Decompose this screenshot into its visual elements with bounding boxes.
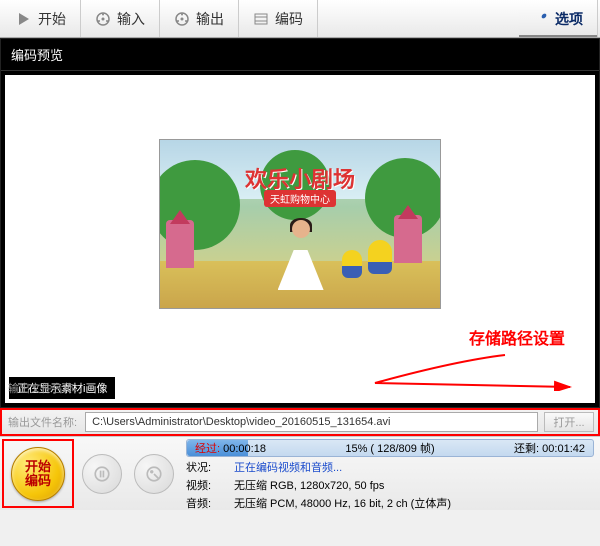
tab-label: 输出 xyxy=(196,9,224,29)
elapsed-key: 经过: xyxy=(195,443,220,455)
progress-bar: 经过: 00:00:18 15% ( 128/809 帧) 还剩: 00:01:… xyxy=(186,439,594,457)
preview-title: 编码预览 xyxy=(1,39,599,71)
progress-panel: 经过: 00:00:18 15% ( 128/809 帧) 还剩: 00:01:… xyxy=(180,437,600,510)
start-encode-button[interactable]: 开始 编码 xyxy=(11,447,65,501)
preview-panel: 编码预览 欢乐小剧场 天虹购物中心 存储路径设置 正在显示素材i画像 xyxy=(0,38,600,408)
output-path-row: 输出文件名称: 打开... xyxy=(0,408,600,436)
open-button[interactable]: 打开... xyxy=(544,412,594,432)
start-encode-l2: 编码 xyxy=(25,474,51,488)
tab-label: 输入 xyxy=(117,9,145,29)
pause-button[interactable] xyxy=(82,454,122,494)
status-val: 正在编码视频和音频... xyxy=(234,459,342,475)
status-key: 状况: xyxy=(186,459,228,475)
remain-key: 还剩: xyxy=(514,443,539,455)
thumb-subbanner: 天虹购物中心 xyxy=(264,190,336,207)
tab-output[interactable]: 输出 xyxy=(160,0,239,37)
output-filename-label: 输出文件名称: xyxy=(4,376,81,400)
tab-label: 开始 xyxy=(38,9,66,29)
remain-val: 00:01:42 xyxy=(542,443,585,455)
preview-body: 欢乐小剧场 天虹购物中心 存储路径设置 正在显示素材i画像 xyxy=(5,75,595,403)
video-thumbnail: 欢乐小剧场 天虹购物中心 xyxy=(160,140,440,308)
start-encode-l1: 开始 xyxy=(25,460,51,474)
audio-key: 音频: xyxy=(186,495,228,511)
wrench-icon xyxy=(533,11,549,27)
annotation-storage: 存储路径设置 xyxy=(469,325,565,349)
tab-encode[interactable]: 编码 xyxy=(239,0,318,37)
tab-input[interactable]: 输入 xyxy=(81,0,160,37)
start-encode-highlight: 开始 编码 xyxy=(2,439,74,508)
tab-label: 编码 xyxy=(275,9,303,29)
audio-val: 无压缩 PCM, 48000 Hz, 16 bit, 2 ch (立体声) xyxy=(234,495,451,511)
play-icon xyxy=(16,11,32,27)
tab-label: 选项 xyxy=(555,9,583,29)
video-val: 无压缩 RGB, 1280x720, 50 fps xyxy=(234,477,384,493)
stop-button[interactable] xyxy=(134,454,174,494)
percent-text: 15% ( 128/809 帧) xyxy=(266,440,514,456)
tab-start[interactable]: 开始 xyxy=(2,0,81,37)
annotation-arrow xyxy=(315,351,575,391)
film-icon xyxy=(253,11,269,27)
video-key: 视频: xyxy=(186,477,228,493)
reel-icon xyxy=(95,11,111,27)
output-path-label: 输出文件名称: xyxy=(6,414,79,430)
tab-options[interactable]: 选项 xyxy=(519,0,598,37)
output-path-input[interactable] xyxy=(85,412,538,432)
elapsed-val: 00:00:18 xyxy=(223,443,266,455)
reel-out-icon xyxy=(174,11,190,27)
